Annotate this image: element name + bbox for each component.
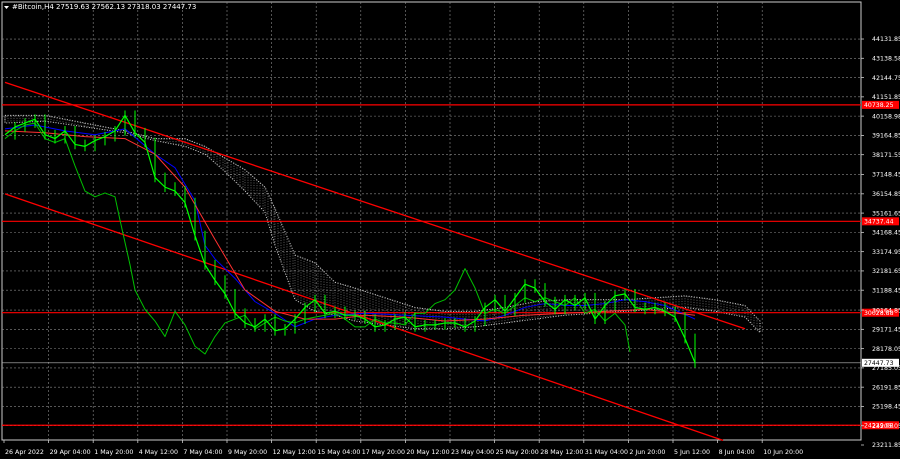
y-tick-label: 31188.45 — [872, 287, 900, 294]
level-label: 40738.25 — [864, 102, 894, 109]
x-tick-label: 9 May 20:00 — [228, 449, 267, 456]
x-tick-label: 2 Jun 20:00 — [629, 449, 665, 456]
y-tick-label: 32181.65 — [872, 268, 900, 275]
y-tick-label: 42144.75 — [872, 75, 900, 82]
y-tick-label: 43138.58 — [872, 55, 900, 62]
x-tick-label: 29 Apr 04:00 — [50, 449, 91, 456]
x-tick-label: 20 May 12:00 — [406, 449, 449, 456]
y-tick-label: 34168.45 — [872, 230, 900, 237]
price-chart: 40738.2534737.4430028.8824229.0827447.73… — [1, 1, 900, 456]
x-tick-label: 5 Jun 12:00 — [674, 449, 710, 456]
level-label: 34737.44 — [864, 219, 894, 226]
y-tick-label: 37148.45 — [872, 172, 900, 179]
chart-title: #Bitcoin,H4 27519.63 27562.13 27318.03 2… — [12, 3, 196, 11]
x-tick-label: 1 May 20:00 — [94, 449, 133, 456]
y-axis: 44131.85 43138.58 42144.75 41151.85 40158.98… — [861, 36, 900, 449]
y-tick-label: 40158.98 — [872, 113, 900, 120]
x-axis: 26 Apr 2022 29 Apr 04:00 1 May 20:00 4 May … — [3, 440, 803, 456]
x-tick-label: 8 Jun 04:00 — [719, 449, 755, 456]
x-tick-label: 15 May 04:00 — [317, 449, 360, 456]
y-tick-label: 29171.45 — [872, 327, 900, 334]
x-tick-label: 31 May 04:00 — [585, 449, 628, 456]
y-tick-label: 23211.85 — [872, 442, 900, 449]
x-tick-label: 12 May 12:00 — [273, 449, 316, 456]
y-tick-label: 28178.05 — [872, 346, 900, 353]
y-tick-label: 27185.05 — [872, 365, 900, 372]
x-tick-label: 23 May 04:00 — [451, 449, 494, 456]
y-tick-label: 41151.85 — [872, 94, 900, 101]
y-tick-label: 30164.85 — [872, 307, 900, 314]
y-tick-label: 44131.85 — [872, 36, 900, 43]
y-tick-label: 26191.85 — [872, 384, 900, 391]
y-tick-label: 24205.05 — [872, 423, 900, 430]
y-tick-label: 39164.85 — [872, 133, 900, 140]
x-tick-label: 28 May 12:00 — [540, 449, 583, 456]
y-tick-label: 35161.65 — [872, 210, 900, 217]
x-tick-label: 25 May 20:00 — [496, 449, 539, 456]
y-tick-label: 25198.45 — [872, 404, 900, 411]
x-tick-label: 17 May 20:00 — [362, 449, 405, 456]
x-tick-label: 26 Apr 2022 — [5, 449, 44, 456]
x-tick-label: 4 May 12:00 — [139, 449, 178, 456]
chart-header: #Bitcoin,H4 27519.63 27562.13 27318.03 2… — [4, 3, 196, 11]
y-tick-label: 33174.95 — [872, 249, 900, 256]
y-tick-label: 38171.55 — [872, 152, 900, 159]
y-tick-label: 36154.85 — [872, 191, 900, 198]
x-tick-label: 10 Jun 20:00 — [763, 449, 803, 456]
x-tick-label: 7 May 04:00 — [183, 449, 222, 456]
